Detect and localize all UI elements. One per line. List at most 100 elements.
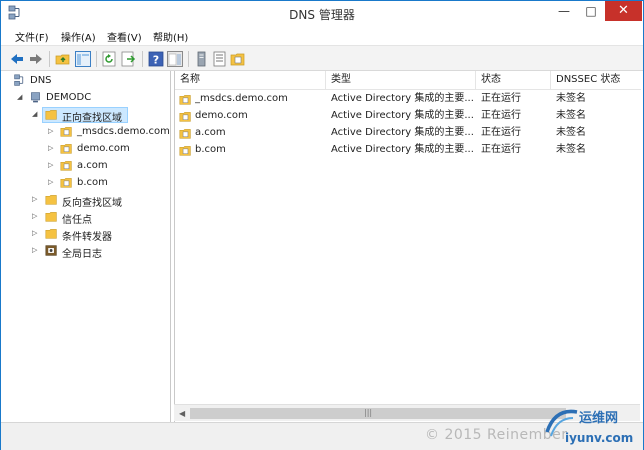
folder-icon [45,195,57,205]
cell-status: 正在运行 [481,144,521,155]
title-bar: DNS 管理器 — □ ✕ [1,1,643,27]
show-console-tree-icon[interactable] [75,51,91,67]
cell-dnssec: 未签名 [556,110,586,121]
collapsed-triangle-icon[interactable]: ▷ [48,161,56,169]
cell-type: Active Directory 集成的主要... [331,127,473,138]
zone-icon [179,129,191,139]
scrollbar-thumb[interactable] [190,408,566,419]
zone-icon [179,146,191,156]
menu-help[interactable]: 帮助(H) [153,29,188,44]
tree-label-reverse-zones: 反向查找区域 [62,198,122,209]
collapsed-triangle-icon[interactable]: ▷ [32,229,40,237]
toolbar-separator [96,51,97,67]
help-icon[interactable]: ? [148,51,164,67]
logo-text: 运维网 [579,410,618,426]
cell-dnssec: 未签名 [556,144,586,155]
logo-url: iyunv.com [565,431,633,445]
collapsed-triangle-icon[interactable]: ▷ [32,212,40,220]
console-tree: DNS ◢ DEMODC ◢ 正向查找区域 ▷ _msdcs.demo.com … [5,71,171,422]
site-logo: 运维网 iyunv.com [545,409,633,445]
table-row[interactable]: demo.com Active Directory 集成的主要... 正在运行 … [175,108,641,125]
server-icon [31,92,40,103]
tree-item-zone[interactable]: ▷ b.com [8,175,168,191]
minimize-button[interactable]: — [551,1,577,21]
event-log-icon [45,245,57,256]
close-button[interactable]: ✕ [605,1,642,21]
zone-icon [179,112,191,122]
zone-icon [60,127,72,137]
cell-type: Active Directory 集成的主要... [331,144,473,155]
menu-action[interactable]: 操作(A) [61,29,96,44]
expanded-triangle-icon[interactable]: ◢ [17,93,25,101]
folder-icon [45,229,57,239]
tree-label-conditional-forwarders: 条件转发器 [62,232,112,243]
tree-label-trust-points: 信任点 [62,215,92,226]
scroll-left-arrow-icon[interactable]: ◀ [179,409,185,418]
dns-manager-window: DNS 管理器 — □ ✕ 文件(F) 操作(A) 查看(V) 帮助(H) ? … [0,0,644,450]
back-arrow-icon[interactable] [9,51,25,67]
dns-root-icon [14,74,24,86]
collapsed-triangle-icon[interactable]: ▷ [32,195,40,203]
up-folder-icon[interactable] [55,51,71,67]
tree-item-reverse-zones[interactable]: ▷ 反向查找区域 [8,192,168,209]
expanded-triangle-icon[interactable]: ◢ [32,110,40,118]
tree-label-server: DEMODC [46,92,92,103]
tree-item-dns[interactable]: DNS [8,73,168,89]
record-list-icon[interactable] [212,51,228,67]
column-header-name[interactable]: 名称 [175,71,326,89]
menu-file[interactable]: 文件(F) [15,29,49,44]
action-pane-icon[interactable] [167,51,183,67]
header-divider [175,89,641,90]
cell-name: a.com [195,127,226,138]
tree-item-zone[interactable]: ▷ _msdcs.demo.com [8,124,170,140]
column-header-dnssec[interactable]: DNSSEC 状态 [551,71,641,89]
export-list-icon[interactable] [121,51,137,67]
cell-name: b.com [195,144,226,155]
table-row[interactable]: b.com Active Directory 集成的主要... 正在运行 未签名 [175,142,641,159]
collapsed-triangle-icon[interactable]: ▷ [48,178,56,186]
cell-dnssec: 未签名 [556,93,586,104]
tree-item-conditional-forwarders[interactable]: ▷ 条件转发器 [8,226,168,243]
cell-type: Active Directory 集成的主要... [331,93,473,104]
collapsed-triangle-icon[interactable]: ▷ [48,127,56,135]
tree-label-dns: DNS [30,75,52,86]
collapsed-triangle-icon[interactable]: ▷ [32,246,40,254]
column-header-type[interactable]: 类型 [326,71,476,89]
folder-icon [45,212,57,222]
toolbar-separator [142,51,143,67]
collapsed-triangle-icon[interactable]: ▷ [48,144,56,152]
tree-item-zone[interactable]: ▷ a.com [8,158,168,174]
table-row[interactable]: _msdcs.demo.com Active Directory 集成的主要..… [175,91,641,108]
cell-type: Active Directory 集成的主要... [331,110,473,121]
refresh-icon[interactable] [102,51,118,67]
cell-status: 正在运行 [481,110,521,121]
zone-icon [179,95,191,105]
cell-status: 正在运行 [481,93,521,104]
menu-view[interactable]: 查看(V) [107,29,142,44]
zone-list-view: 名称 类型 状态 DNSSEC 状态 _msdcs.demo.com Activ… [174,71,641,422]
zone-icon [60,144,72,154]
window-title: DNS 管理器 [289,8,355,22]
tree-item-trust-points[interactable]: ▷ 信任点 [8,209,168,226]
column-header-status[interactable]: 状态 [476,71,551,89]
tree-label-zone: _msdcs.demo.com [77,126,170,137]
menu-bar: 文件(F) 操作(A) 查看(V) 帮助(H) [1,27,643,45]
tree-item-zone[interactable]: ▷ demo.com [8,141,168,157]
maximize-button[interactable]: □ [578,1,604,21]
cell-name: _msdcs.demo.com [195,93,288,104]
zone-folder-icon[interactable] [230,51,246,67]
scroll-grip-icon: ||| [364,408,373,417]
tree-label-global-logs: 全局日志 [62,249,102,260]
forward-arrow-icon[interactable] [28,51,44,67]
tree-label-forward-zones: 正向查找区域 [62,113,122,124]
folder-icon [45,110,57,120]
tree-item-server[interactable]: ◢ DEMODC [8,90,168,106]
tree-item-global-logs[interactable]: ▷ 全局日志 [8,243,168,260]
zone-icon [60,178,72,188]
server-icon[interactable] [194,51,210,67]
tree-item-forward-zones[interactable]: ◢ 正向查找区域 [8,107,168,124]
cell-dnssec: 未签名 [556,127,586,138]
toolbar-separator [188,51,189,67]
table-row[interactable]: a.com Active Directory 集成的主要... 正在运行 未签名 [175,125,641,142]
cell-name: demo.com [195,110,248,121]
